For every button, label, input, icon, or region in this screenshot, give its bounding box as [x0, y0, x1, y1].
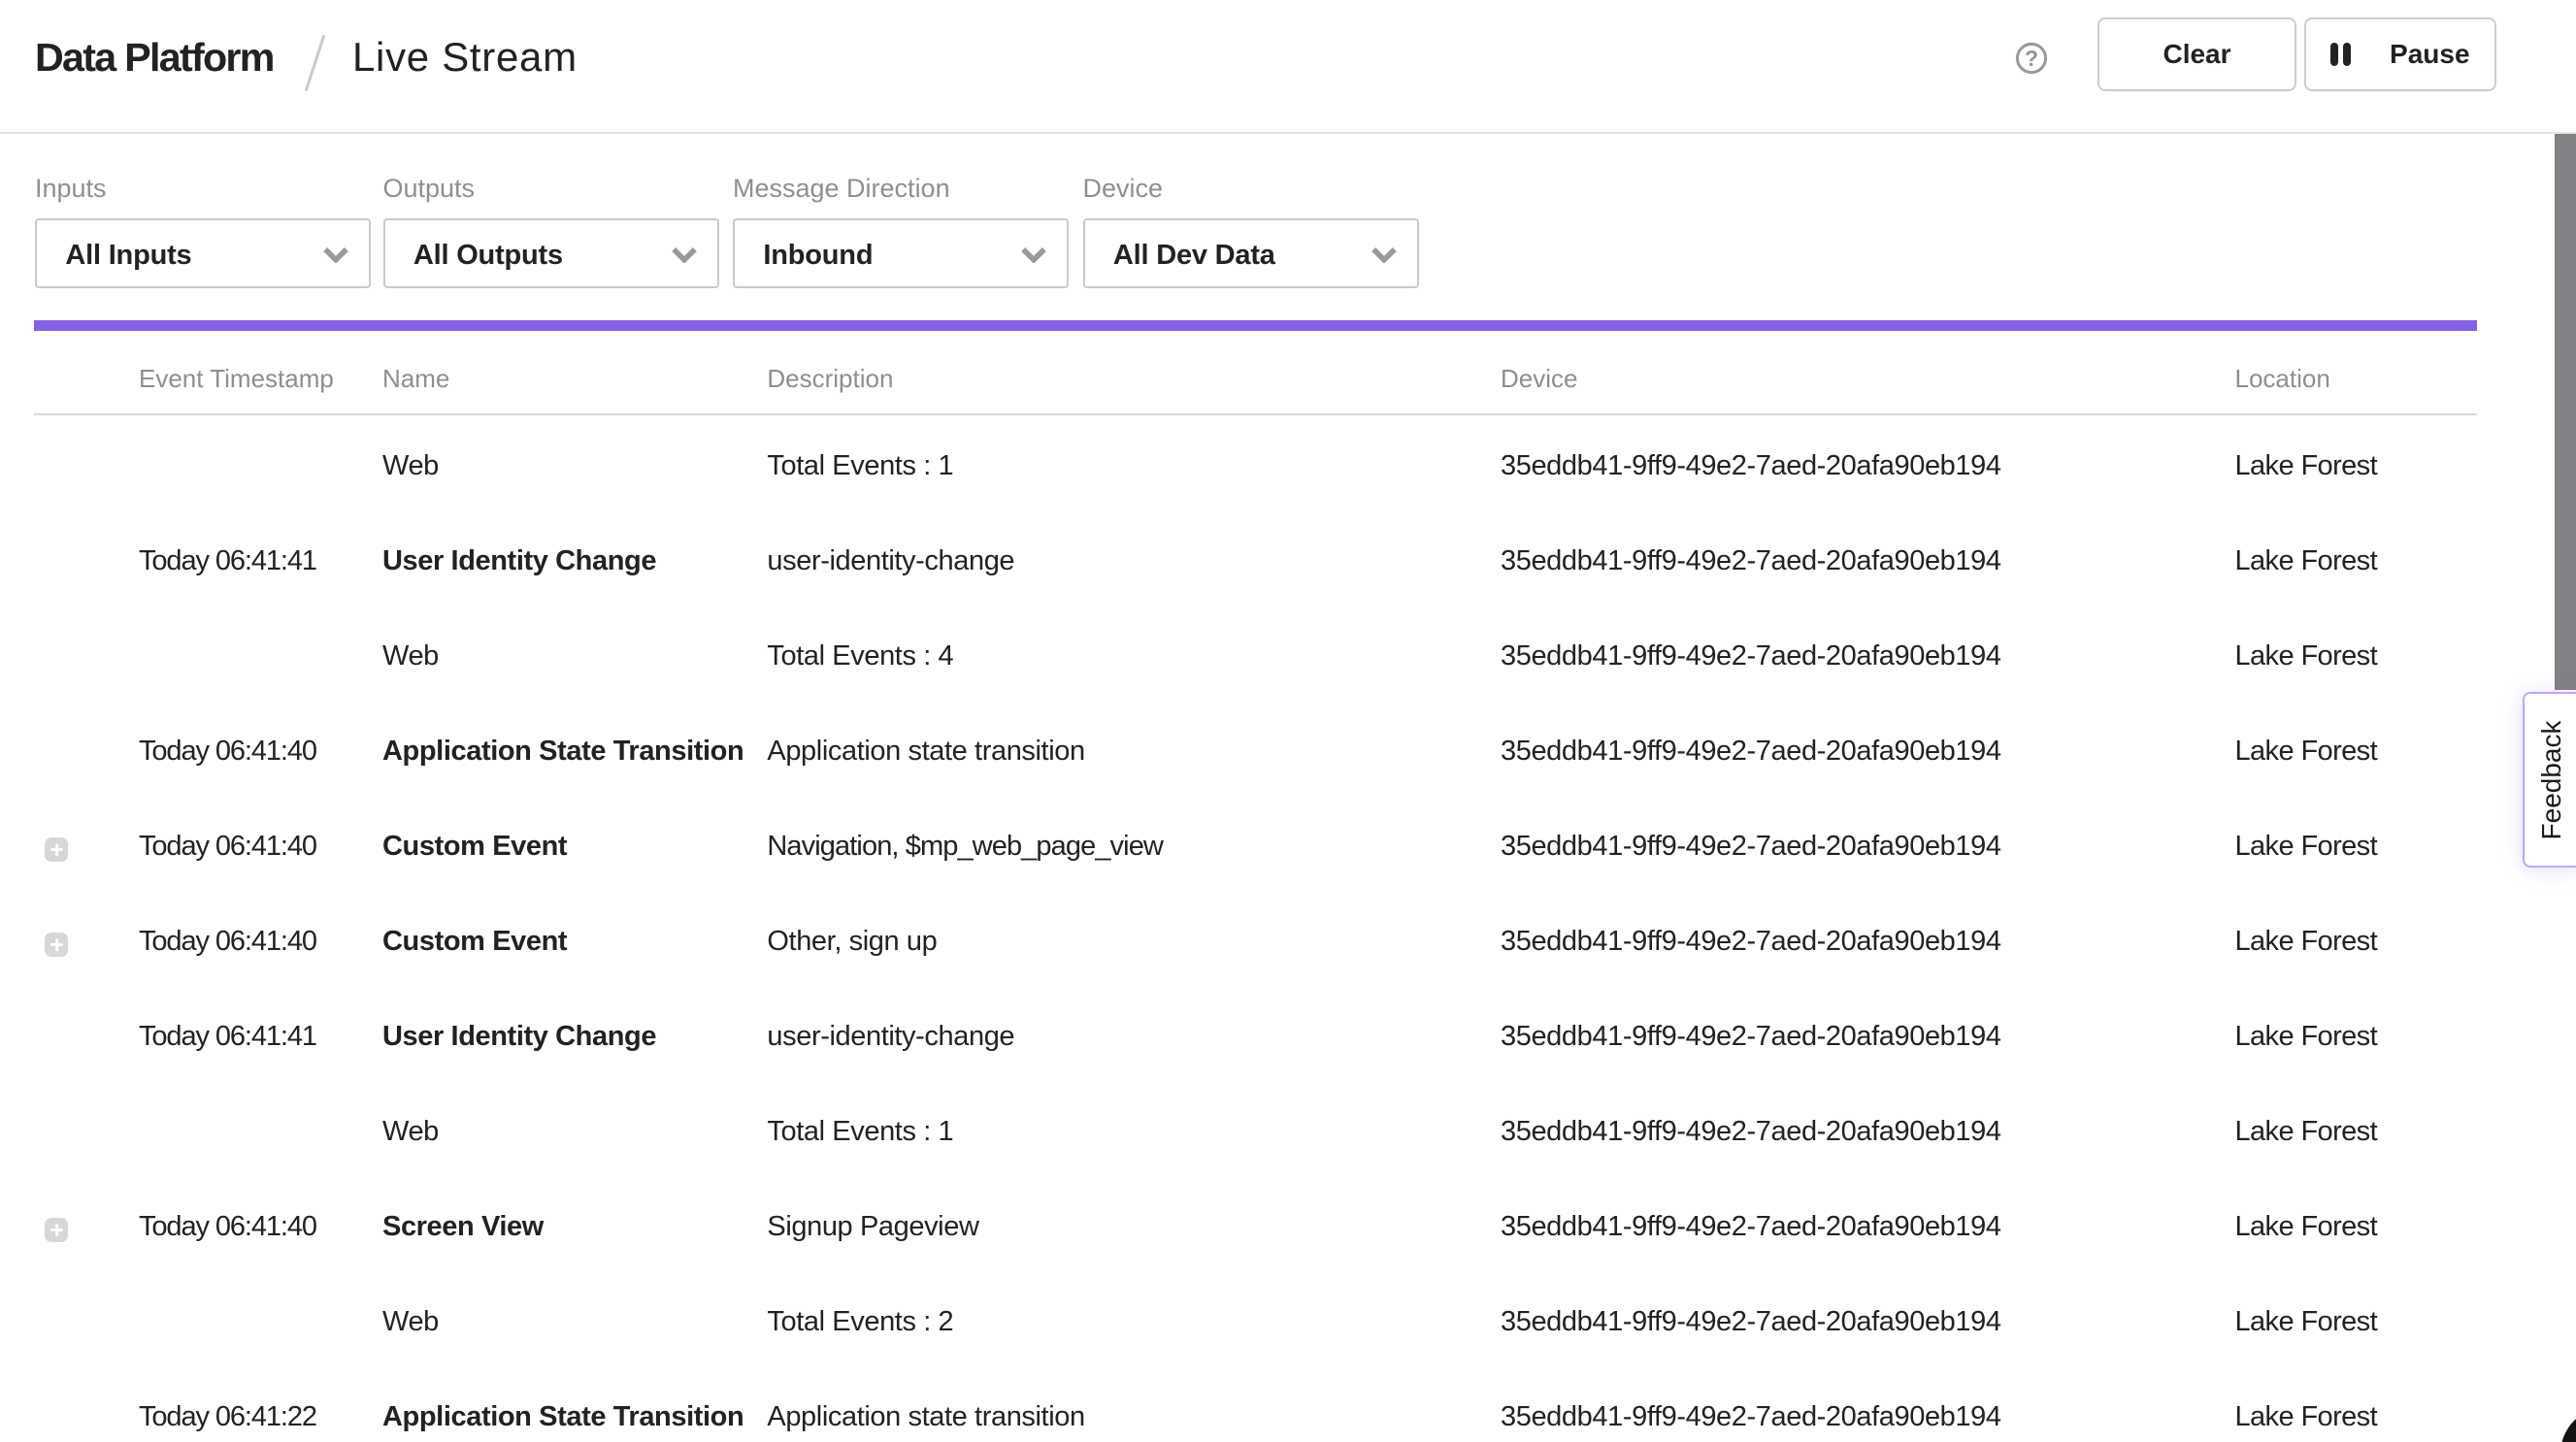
svg-text:?: ?	[2025, 46, 2038, 71]
